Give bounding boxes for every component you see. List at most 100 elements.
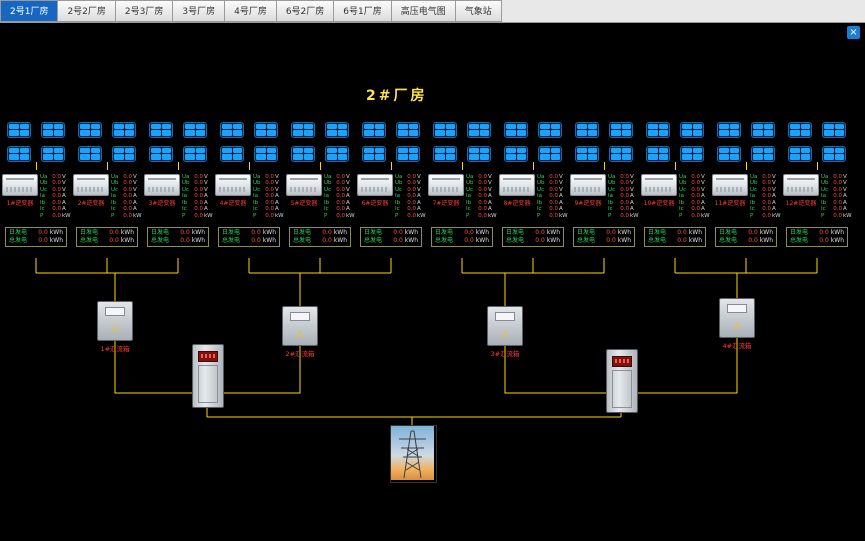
pv-panel-icon [467,122,491,138]
metric-label: P [253,213,262,220]
energy-unit: kWh [50,229,63,237]
pv-panel-icon [680,146,704,162]
metric-value: 0.0 [120,213,132,220]
pv-panel-icon [112,146,136,162]
inverter-icon[interactable] [428,174,464,196]
energy-box: 日发电 0.0 kWh 总发电 0.0 kWh [502,227,564,247]
metric-label: P [182,213,191,220]
energy-unit: kWh [618,229,631,237]
pv-panel-icon [646,122,670,138]
energy-box: 日发电 0.0 kWh 总发电 0.0 kWh [218,227,280,247]
combiner-box-icon[interactable]: ⚠ [282,306,318,346]
pv-panel-icon [822,146,846,162]
inverter-metrics: Ua0.0VUb0.0VUc0.0VIa0.0AIb0.0AIc0.0AP0.0… [678,174,710,220]
combiner-unit: ⚠ 2#汇流箱 [275,306,325,358]
total-energy-value: 0.0 [666,237,687,245]
pv-panel-group [569,122,639,162]
combiner-box-icon[interactable]: ⚠ [487,306,523,346]
factory-tab[interactable]: 2号2厂房 [58,0,115,22]
pv-panel-icon [751,146,775,162]
cabinet-door [198,365,218,403]
inverter-metrics: Ua0.0VUb0.0VUc0.0VIa0.0AIb0.0AIc0.0AP0.0… [181,174,213,220]
energy-box: 日发电 0.0 kWh 总发电 0.0 kWh [644,227,706,247]
pv-panel-icon [325,122,349,138]
energy-unit: kWh [405,229,418,237]
pv-panel-icon [41,122,65,138]
energy-box: 日发电 0.0 kWh 总发电 0.0 kWh [786,227,848,247]
energy-box: 日发电 0.0 kWh 总发电 0.0 kWh [289,227,351,247]
inverter-label: 5#逆变器 [291,198,318,207]
combiner-box-icon[interactable]: ⚠ [97,301,133,341]
energy-box: 日发电 0.0 kWh 总发电 0.0 kWh [573,227,635,247]
combiner-box-icon[interactable]: ⚠ [719,298,755,338]
inverter-label: 2#逆变器 [78,198,105,207]
grid-cabinet-icon-2[interactable] [606,349,638,413]
grid-cabinet-icon-1[interactable] [192,344,224,408]
metric-unit: kW [417,213,426,220]
energy-box: 日发电 0.0 kWh 总发电 0.0 kWh [76,227,138,247]
inverter-label: 9#逆变器 [575,198,602,207]
metric-row: P0.0kW [395,213,426,220]
metric-label: P [111,213,120,220]
dc-wire [462,162,463,170]
energy-box: 日发电 0.0 kWh 总发电 0.0 kWh [5,227,67,247]
pv-panel-group [356,122,426,162]
pv-panel-icon [7,122,31,138]
total-energy-value: 0.0 [240,237,261,245]
pv-panel-icon [646,146,670,162]
combiner-unit: ⚠ 3#汇流箱 [480,306,530,358]
total-energy-label: 总发电 [364,237,382,245]
inverter-icon[interactable] [215,174,251,196]
pv-panel-icon [396,122,420,138]
pv-panel-icon [149,146,173,162]
inverter-metrics: Ua0.0VUb0.0VUc0.0VIa0.0AIb0.0AIc0.0AP0.0… [252,174,284,220]
inverter-icon[interactable] [570,174,606,196]
factory-tab[interactable]: 3号厂房 [173,0,225,22]
metric-row: P0.0kW [537,213,568,220]
factory-tab[interactable]: 4号厂房 [225,0,277,22]
metric-value: 0.0 [404,213,416,220]
metric-row: P0.0kW [679,213,710,220]
warning-icon: ⚠ [98,324,132,336]
factory-tab[interactable]: 6号1厂房 [334,0,391,22]
factory-tab[interactable]: 2号1厂房 [0,0,58,22]
factory-tab[interactable]: 6号2厂房 [277,0,334,22]
total-energy-label: 总发电 [9,237,27,245]
inverter-icon[interactable] [641,174,677,196]
metric-row: P0.0kW [182,213,213,220]
metric-row: P0.0kW [253,213,284,220]
tab-label: 2号3厂房 [125,4,163,17]
tab-bar: 2号1厂房 2号2厂房 2号3厂房 3号厂房 4号厂房 6号2厂房 6号1厂房 … [0,0,865,23]
metric-value: 0.0 [191,213,203,220]
factory-tab[interactable]: 气象站 [456,0,502,22]
factory-tab[interactable]: 高压电气图 [392,0,456,22]
energy-box: 日发电 0.0 kWh 总发电 0.0 kWh [715,227,777,247]
inverter-icon[interactable] [357,174,393,196]
factory-tab[interactable]: 2号3厂房 [116,0,173,22]
energy-unit: kWh [263,237,276,245]
inverter-icon[interactable] [783,174,819,196]
cabinet-display [612,356,632,367]
combiner-label: 4#汇流箱 [722,340,751,350]
warning-icon: ⚠ [283,329,317,341]
inverter-icon[interactable] [144,174,180,196]
inverter-icon[interactable] [2,174,38,196]
daily-energy-value: 0.0 [98,229,119,237]
inverter-icon[interactable] [499,174,535,196]
metric-row: P0.0kW [111,213,142,220]
inverter-icon[interactable] [286,174,322,196]
pv-panel-icon [291,146,315,162]
transmission-tower-image[interactable] [390,425,437,483]
total-energy-label: 总发电 [648,237,666,245]
pv-panel-icon [396,146,420,162]
pv-panel-icon [112,122,136,138]
pv-panel-icon [362,122,386,138]
total-energy-label: 总发电 [790,237,808,245]
combiner-label: 1#汇流箱 [100,343,129,353]
daily-energy-value: 0.0 [595,229,616,237]
inverter-icon[interactable] [73,174,109,196]
metric-label: P [40,213,49,220]
pv-panel-icon [609,122,633,138]
energy-unit: kWh [476,229,489,237]
inverter-icon[interactable] [712,174,748,196]
